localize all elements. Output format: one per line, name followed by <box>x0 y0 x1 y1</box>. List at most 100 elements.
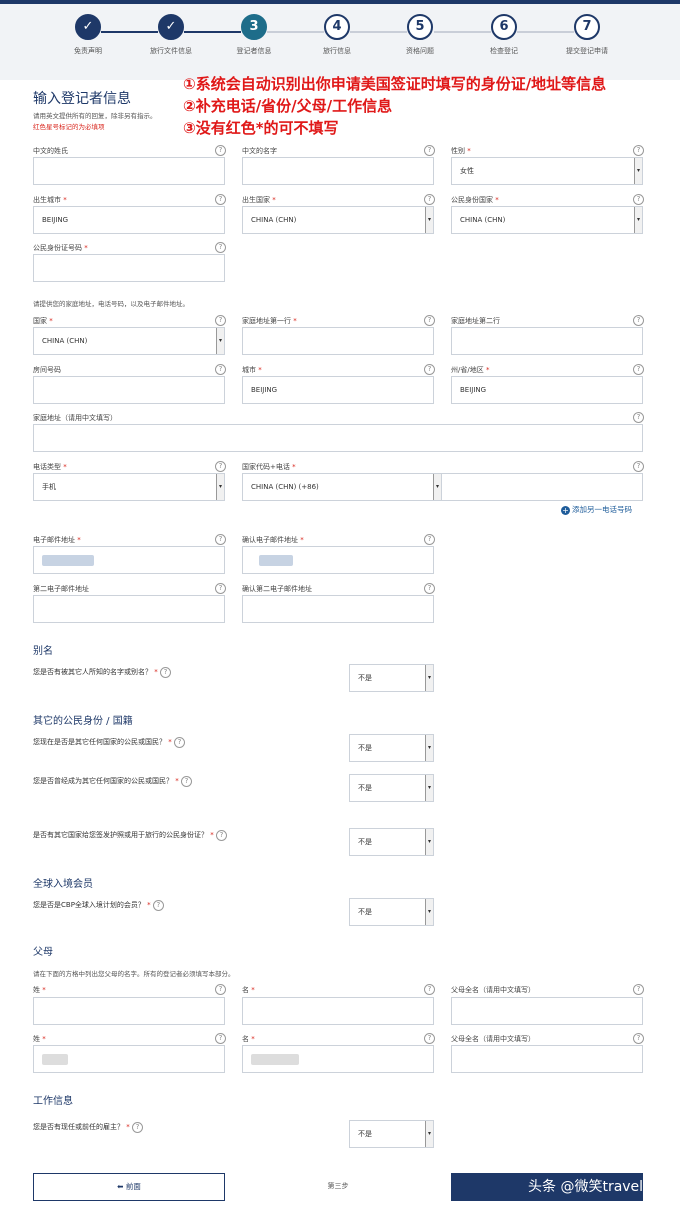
plus-icon: + <box>561 506 570 515</box>
help-icon[interactable]: ? <box>215 830 227 841</box>
field-label: 第二电子邮件地址 <box>33 585 89 593</box>
help-icon[interactable]: ? <box>424 534 435 545</box>
help-icon[interactable]: ? <box>424 364 435 375</box>
help-icon[interactable]: ? <box>131 1122 143 1133</box>
help-icon[interactable]: ? <box>215 364 226 375</box>
address-line2-input[interactable] <box>451 327 643 355</box>
father-given-name-input[interactable] <box>242 997 434 1025</box>
required-note: 红色星号标记的为必填项 <box>33 123 105 131</box>
city-input[interactable]: BEIJING <box>242 376 434 404</box>
help-icon[interactable]: ? <box>633 984 644 995</box>
step-disclaimer[interactable]: ✓ 免责声明 <box>46 14 130 56</box>
step-applicant-info[interactable]: 3 登记者信息 <box>212 14 296 56</box>
field-label: 姓 * <box>33 986 46 994</box>
help-icon[interactable]: ? <box>215 534 226 545</box>
help-icon[interactable]: ? <box>215 984 226 995</box>
step-review[interactable]: 6 检查登记 <box>462 14 546 56</box>
secondary-email-input[interactable] <box>33 595 225 623</box>
gender-select[interactable]: 女性 ▾ <box>451 157 643 185</box>
step-number: 4 <box>324 14 350 40</box>
phone-country-code-select[interactable]: CHINA (CHN) (+86) ▾ <box>242 473 442 501</box>
field-label: 名 * <box>242 1035 255 1043</box>
field-label: 中文的姓氏 <box>33 147 68 155</box>
chinese-surname-input[interactable] <box>33 157 225 185</box>
step-travel-documents[interactable]: ✓ 旅行文件信息 <box>129 14 213 56</box>
citizenship-former-select[interactable]: 不是 ▾ <box>349 774 434 802</box>
field-label: 名 * <box>242 986 255 994</box>
help-icon[interactable]: ? <box>633 412 644 423</box>
other-passport-select[interactable]: 不是 ▾ <box>349 828 434 856</box>
citizenship-country-select[interactable]: CHINA (CHN) ▾ <box>451 206 643 234</box>
step-indicator: 第三步 <box>327 1182 349 1190</box>
field-label: 确认电子邮件地址 * <box>242 536 304 544</box>
step-number: 7 <box>574 14 600 40</box>
state-province-input[interactable]: BEIJING <box>451 376 643 404</box>
employer-select[interactable]: 不是 ▾ <box>349 1120 434 1148</box>
field-label: 父母全名（请用中文填写） <box>451 986 535 994</box>
field-label: 国家代码+电话 * <box>242 463 296 471</box>
secondary-email-confirm-input[interactable] <box>242 595 434 623</box>
help-icon[interactable]: ? <box>633 461 644 472</box>
father-surname-input[interactable] <box>33 997 225 1025</box>
help-icon[interactable]: ? <box>159 667 171 678</box>
help-icon[interactable]: ? <box>180 776 192 787</box>
add-phone-link[interactable]: + 添加另一电话号码 <box>561 504 632 515</box>
help-icon[interactable]: ? <box>424 1033 435 1044</box>
citizenship-current-select[interactable]: 不是 ▾ <box>349 734 434 762</box>
step-eligibility[interactable]: 5 资格问题 <box>378 14 462 56</box>
step-submit[interactable]: 7 提交登记申请 <box>545 14 629 56</box>
mother-given-name-input[interactable] <box>242 1045 434 1073</box>
help-icon[interactable]: ? <box>215 461 226 472</box>
field-label: 出生城市 * <box>33 196 67 204</box>
step-number: 6 <box>491 14 517 40</box>
help-icon[interactable]: ? <box>215 194 226 205</box>
previous-button[interactable]: ⬅ 前面 <box>33 1173 225 1201</box>
help-icon[interactable]: ? <box>215 145 226 156</box>
help-icon[interactable]: ? <box>424 984 435 995</box>
chinese-given-name-input[interactable] <box>242 157 434 185</box>
check-icon: ✓ <box>158 14 184 40</box>
mother-surname-input[interactable] <box>33 1045 225 1073</box>
father-fullname-chinese-input[interactable] <box>451 997 643 1025</box>
help-icon[interactable]: ? <box>424 315 435 326</box>
birth-city-input[interactable]: BEIJING <box>33 206 225 234</box>
employment-question: 您是否有现任或前任的雇主？ * ? <box>33 1122 143 1133</box>
step-travel-info[interactable]: 4 旅行信息 <box>295 14 379 56</box>
help-icon[interactable]: ? <box>633 1033 644 1044</box>
help-icon[interactable]: ? <box>215 1033 226 1044</box>
address-chinese-input[interactable] <box>33 424 643 452</box>
birth-country-select[interactable]: CHINA (CHN) ▾ <box>242 206 434 234</box>
chevron-down-icon: ▾ <box>634 158 642 184</box>
help-icon[interactable]: ? <box>633 145 644 156</box>
help-icon[interactable]: ? <box>152 900 164 911</box>
email-input[interactable] <box>33 546 225 574</box>
chevron-down-icon: ▾ <box>425 829 433 855</box>
phone-type-select[interactable]: 手机 ▾ <box>33 473 225 501</box>
chevron-down-icon: ▾ <box>216 328 224 354</box>
chevron-down-icon: ▾ <box>425 1121 433 1147</box>
section-heading-citizenship: 其它的公民身份 / 国籍 <box>33 716 133 727</box>
national-id-input[interactable] <box>33 254 225 282</box>
alias-select[interactable]: 不是 ▾ <box>349 664 434 692</box>
help-icon[interactable]: ? <box>633 364 644 375</box>
help-icon[interactable]: ? <box>424 194 435 205</box>
help-icon[interactable]: ? <box>215 315 226 326</box>
email-confirm-input[interactable] <box>242 546 434 574</box>
apartment-input[interactable] <box>33 376 225 404</box>
help-icon[interactable]: ? <box>215 242 226 253</box>
help-icon[interactable]: ? <box>424 583 435 594</box>
country-select[interactable]: CHINA (CHN) ▾ <box>33 327 225 355</box>
global-entry-select[interactable]: 不是 ▾ <box>349 898 434 926</box>
help-icon[interactable]: ? <box>633 194 644 205</box>
field-label: 中文的名字 <box>242 147 277 155</box>
help-icon[interactable]: ? <box>633 315 644 326</box>
chevron-down-icon: ▾ <box>425 899 433 925</box>
section-heading-parents: 父母 <box>33 947 53 958</box>
help-icon[interactable]: ? <box>173 737 185 748</box>
address-line1-input[interactable] <box>242 327 434 355</box>
citizenship-question-1: 您现在是否是其它任何国家的公民或国民？ * ? <box>33 737 185 748</box>
help-icon[interactable]: ? <box>215 583 226 594</box>
phone-number-input[interactable] <box>441 473 643 501</box>
help-icon[interactable]: ? <box>424 145 435 156</box>
mother-fullname-chinese-input[interactable] <box>451 1045 643 1073</box>
